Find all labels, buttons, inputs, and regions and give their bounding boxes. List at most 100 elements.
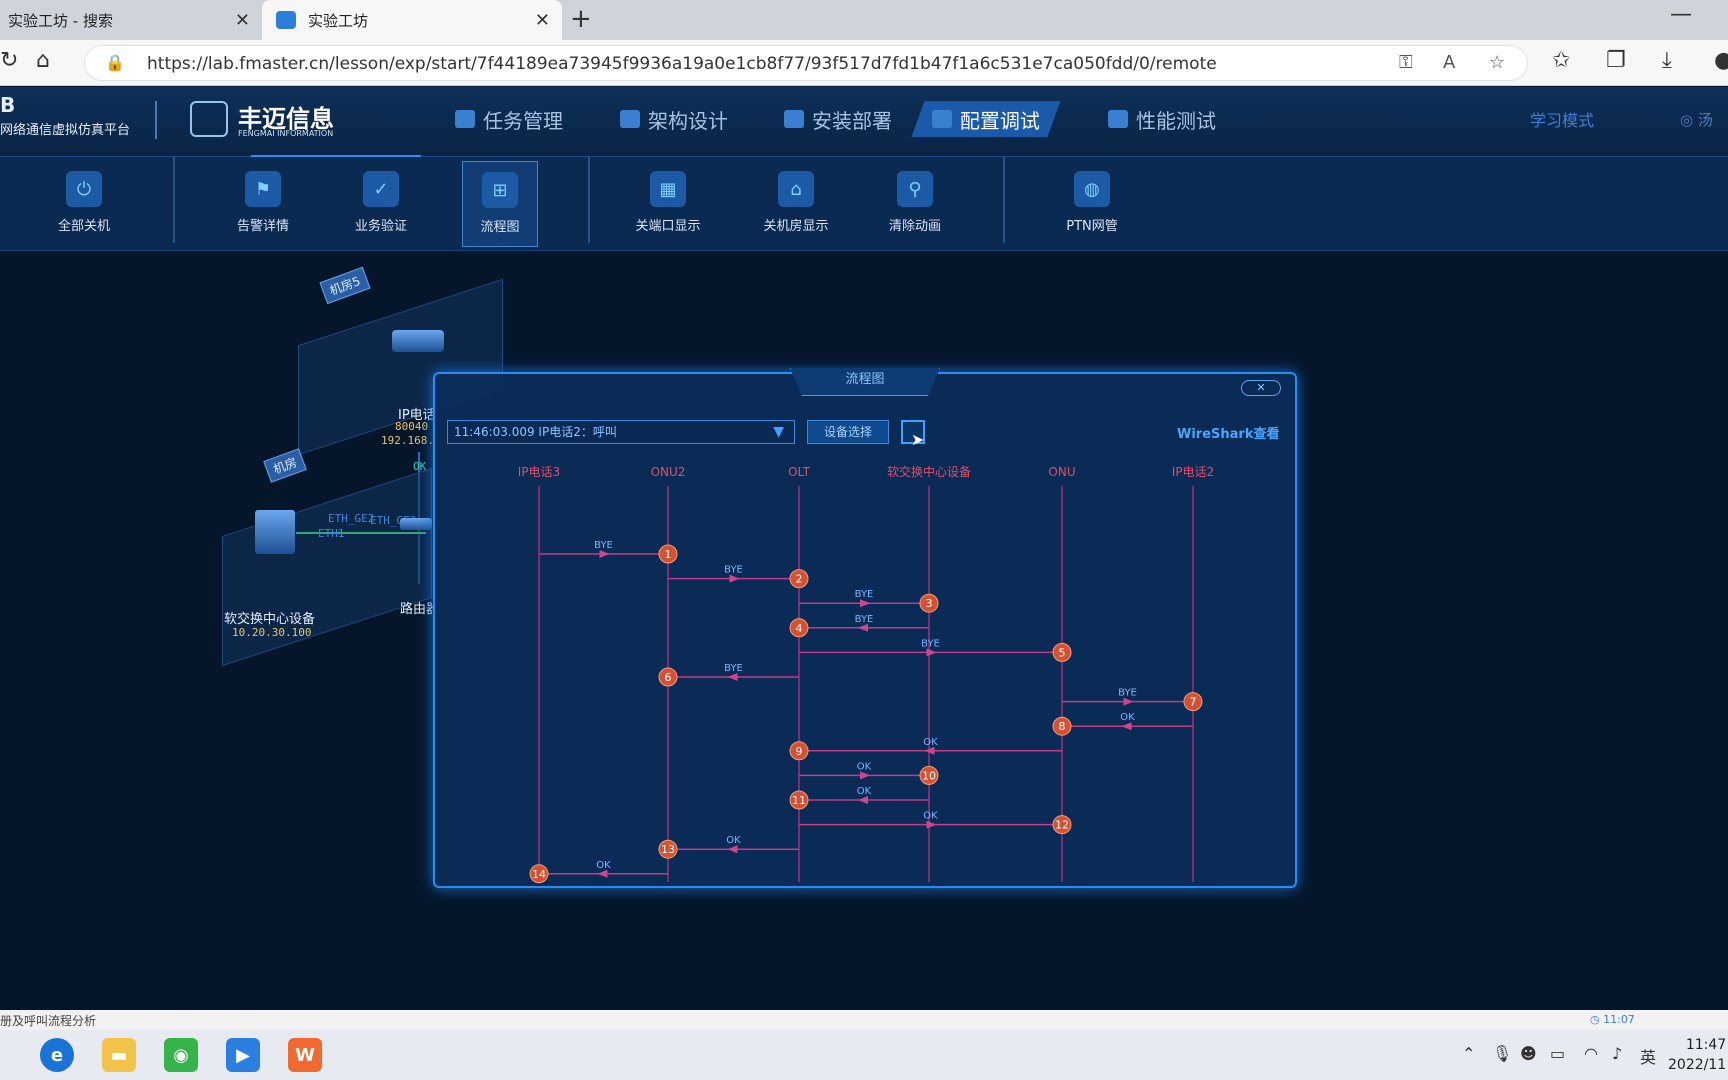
address-bar[interactable]: 🔒 https://lab.fmaster.cn/lesson/exp/star… bbox=[84, 45, 1528, 81]
lifeline-header: 软交换中心设备 bbox=[887, 464, 971, 479]
alarm-details-button[interactable]: ⚑ 告警详情 bbox=[225, 161, 301, 247]
softswitch-ip: 10.20.30.100 bbox=[232, 626, 312, 639]
system-clock[interactable]: 11:47 2022/11 bbox=[1668, 1035, 1726, 1075]
toolbar-divider bbox=[588, 157, 590, 243]
study-mode-link[interactable]: 学习模式 bbox=[1530, 107, 1594, 131]
arrowhead bbox=[860, 771, 870, 780]
arrowhead bbox=[1123, 697, 1134, 706]
brand-subtitle: 网络通信虚拟仿真平台 bbox=[0, 123, 131, 138]
softswitch-server-icon[interactable] bbox=[255, 510, 295, 554]
message-label: BYE bbox=[1118, 688, 1137, 699]
wechat-icon[interactable]: ◉ bbox=[164, 1038, 198, 1072]
wps-icon[interactable]: W bbox=[288, 1038, 322, 1072]
arrowhead bbox=[1121, 722, 1132, 731]
microphone-icon[interactable]: 🎙 bbox=[1492, 1044, 1512, 1063]
lifeline-header: ONU bbox=[1048, 465, 1075, 479]
user-icon[interactable]: ◎ 汤 bbox=[1680, 109, 1713, 130]
deploy-icon bbox=[784, 110, 804, 128]
room-tag: 机房 bbox=[263, 448, 307, 483]
favorite-add-icon[interactable]: ☆ bbox=[1489, 52, 1505, 73]
arrowhead bbox=[597, 869, 608, 878]
hide-ports-button[interactable]: ▦ 关端口显示 bbox=[630, 161, 706, 247]
battery-icon[interactable]: ▭ bbox=[1550, 1044, 1565, 1063]
read-aloud-icon[interactable]: A bbox=[1443, 52, 1455, 73]
step-number: 9 bbox=[796, 745, 803, 758]
ptn-manager-button[interactable]: ◍ PTN网管 bbox=[1054, 161, 1130, 247]
step-number: 1 bbox=[665, 548, 672, 561]
check-icon: ✓ bbox=[363, 171, 399, 207]
step-number: 10 bbox=[922, 769, 936, 782]
lifeline-header: IP电话2 bbox=[1172, 465, 1214, 479]
qq-icon[interactable]: ☻ bbox=[1520, 1044, 1537, 1063]
globe-icon: ◍ bbox=[1074, 171, 1110, 207]
home-icon[interactable]: ⌂ bbox=[36, 48, 50, 73]
hide-rooms-button[interactable]: ⌂ 关机房显示 bbox=[758, 161, 834, 247]
step-number: 13 bbox=[661, 843, 675, 856]
profile-icon[interactable]: ● bbox=[1714, 48, 1728, 73]
arrowhead bbox=[729, 574, 740, 583]
room-icon: ⌂ bbox=[778, 171, 814, 207]
url-text[interactable]: https://lab.fmaster.cn/lesson/exp/start/… bbox=[147, 54, 1217, 74]
edge-browser-icon[interactable]: e bbox=[40, 1038, 74, 1072]
step-number: 8 bbox=[1059, 720, 1066, 733]
minimize-window-button[interactable]: — bbox=[1670, 2, 1692, 27]
nav-architecture-design[interactable]: 架构设计 bbox=[620, 101, 728, 137]
config-icon bbox=[932, 110, 952, 128]
service-verify-button[interactable]: ✓ 业务验证 bbox=[343, 161, 419, 247]
lock-icon[interactable]: 🔒 bbox=[105, 53, 125, 72]
collections-icon[interactable]: ❐ bbox=[1606, 48, 1626, 73]
feishu-icon[interactable]: ▶ bbox=[226, 1038, 260, 1072]
file-explorer-icon[interactable]: ▬ bbox=[102, 1038, 136, 1072]
nav-performance-test[interactable]: 性能测试 bbox=[1108, 101, 1216, 137]
broom-icon: ⚲ bbox=[897, 171, 933, 207]
key-icon[interactable]: ⚿ bbox=[1399, 52, 1413, 73]
new-tab-button[interactable]: + bbox=[570, 4, 592, 34]
shutdown-all-button[interactable]: ⏻ 全部关机 bbox=[46, 161, 122, 247]
architecture-icon bbox=[620, 110, 640, 128]
close-tab-icon[interactable]: ✕ bbox=[235, 10, 250, 31]
logo-subtext: FENGMAI INFORMATION bbox=[238, 129, 334, 138]
router-icon[interactable] bbox=[400, 518, 432, 530]
nav-task-management[interactable]: 任务管理 bbox=[455, 101, 563, 137]
flowchart-dialog: 流程图 ✕ 11:46:03.009 IP电话2：呼叫 ▼ 设备选择 WireS… bbox=[433, 368, 1297, 888]
message-label: OK bbox=[923, 811, 938, 822]
message-label: BYE bbox=[855, 614, 874, 625]
arrowhead bbox=[599, 550, 610, 558]
clock-time: 11:47 bbox=[1685, 1037, 1727, 1053]
performance-icon bbox=[1108, 110, 1128, 128]
nav-config-debug[interactable]: 配置调试 bbox=[911, 101, 1061, 137]
message-label: OK bbox=[857, 786, 872, 797]
wifi-icon[interactable]: ◠ bbox=[1584, 1044, 1598, 1063]
message-label: OK bbox=[923, 737, 938, 748]
platform-brand: B 网络通信虚拟仿真平台 bbox=[0, 93, 130, 138]
port-icon: ▦ bbox=[650, 171, 686, 207]
message-label: BYE bbox=[855, 589, 874, 600]
step-number: 7 bbox=[1190, 696, 1197, 709]
arrowhead bbox=[727, 845, 738, 854]
clear-animation-button[interactable]: ⚲ 清除动画 bbox=[877, 161, 953, 247]
browser-tab-lab[interactable]: 实验工坊 ✕ bbox=[262, 0, 562, 40]
router-label: 路由器 bbox=[400, 602, 434, 617]
os-taskbar: e ▬ ◉ ▶ W ⌃ 🎙 ☻ ▭ ◠ ♪ 英 11:47 2022/11 bbox=[0, 1030, 1728, 1080]
tray-chevron-up-icon[interactable]: ⌃ bbox=[1462, 1044, 1475, 1063]
ip-phone-icon[interactable] bbox=[392, 330, 444, 352]
browser-tab-search[interactable]: 实验工坊 - 搜索 ✕ bbox=[0, 0, 262, 40]
message-label: BYE bbox=[724, 565, 743, 576]
close-tab-icon[interactable]: ✕ bbox=[535, 10, 550, 31]
softswitch-label: 软交换中心设备 bbox=[224, 612, 316, 627]
ime-indicator[interactable]: 英 bbox=[1640, 1044, 1656, 1068]
refresh-icon[interactable]: ↻ bbox=[0, 48, 18, 73]
downloads-icon[interactable]: ⤓ bbox=[1662, 48, 1672, 73]
browser-tabbar: 实验工坊 - 搜索 ✕ 实验工坊 ✕ + — bbox=[0, 0, 1728, 40]
ip-phone-number: 80040 bbox=[395, 420, 429, 433]
favorites-icon[interactable]: ✩ bbox=[1552, 48, 1570, 73]
flowchart-button[interactable]: ⊞ 流程图 bbox=[462, 161, 538, 247]
message-label: BYE bbox=[594, 540, 613, 551]
arrowhead bbox=[858, 623, 868, 632]
volume-icon[interactable]: ♪ bbox=[1612, 1044, 1622, 1063]
nav-install-deploy[interactable]: 安装部署 bbox=[784, 101, 892, 137]
browser-toolbar: ↻ ⌂ 🔒 https://lab.fmaster.cn/lesson/exp/… bbox=[0, 40, 1728, 86]
step-number: 5 bbox=[1059, 646, 1066, 659]
alarm-icon: ⚑ bbox=[245, 171, 281, 207]
message-label: BYE bbox=[921, 638, 940, 649]
